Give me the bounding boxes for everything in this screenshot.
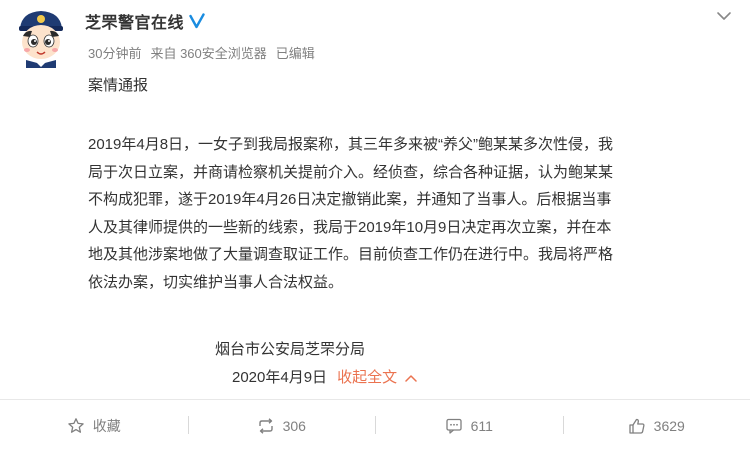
more-options-chevron-down-icon[interactable] (716, 9, 732, 21)
post-signature: 烟台市公安局芝罘分局 (215, 341, 366, 358)
comment-count: 611 (470, 417, 493, 434)
weibo-post-card: 芝罘警官在线 30分钟前 来自 360安全浏览器 已编辑 案情通报 2019年4… (0, 0, 750, 451)
favorite-label: 收藏 (92, 417, 121, 434)
repost-button[interactable]: 306 (187, 400, 376, 451)
star-icon (68, 417, 84, 433)
post-source[interactable]: 来自 360安全浏览器 (150, 43, 266, 62)
post-body-line: 依法办案，切实维护当事人合法权益。 (88, 273, 344, 291)
verified-badge-icon (189, 13, 205, 29)
avatar[interactable] (12, 6, 70, 68)
post-body-line: 地及其他涉案地做了大量调查取证工作。目前侦查工作仍在进行中。我局将严格 (88, 246, 614, 263)
action-bar: 收藏 306 611 3629 (0, 400, 750, 451)
collapse-full-text-link[interactable]: 收起全文 (337, 367, 417, 389)
post-meta: 30分钟前 来自 360安全浏览器 已编辑 (88, 43, 315, 62)
post-body-line: 不构成犯罪，遂于2019年4月26日决定撤销此案，并通知了当事人。后根据当事 (88, 191, 612, 208)
comment-button[interactable]: 611 (375, 400, 563, 451)
repost-icon (258, 417, 273, 434)
comment-icon (445, 418, 462, 434)
post-content: 案情通报 2019年4月8日，一女子到我局报案称，其三年多来被“养父”鲍某某多次… (88, 72, 728, 291)
favorite-button[interactable]: 收藏 (0, 400, 188, 451)
post-date-row: 2020年4月9日 收起全文 (232, 367, 417, 389)
post-date: 2020年4月9日 (232, 369, 328, 386)
repost-count: 306 (282, 417, 306, 434)
post-body-line: 2019年4月8日，一女子到我局报案称，其三年多来被“养父”鲍某某多次性侵，我 (88, 136, 614, 153)
edited-label[interactable]: 已编辑 (276, 43, 315, 62)
like-count: 3629 (653, 417, 685, 434)
post-body-line: 人及其律师提供的一些新的线索，我局于2019年10月9日决定再次立案，并在本 (88, 218, 612, 236)
post-time[interactable]: 30分钟前 (88, 43, 141, 62)
like-button[interactable]: 3629 (562, 400, 750, 451)
thumbs-up-icon (629, 418, 645, 434)
author-name[interactable]: 芝罘警官在线 (85, 9, 184, 33)
collapse-label: 收起全文 (337, 369, 398, 386)
post-body-line: 局于次日立案，并商请检察机关提前介入。经侦查，综合各种证据，认为鲍某某 (88, 163, 614, 181)
post-title: 案情通报 (88, 77, 149, 94)
police-cartoon-avatar-icon (19, 11, 63, 68)
author-row: 芝罘警官在线 (85, 9, 205, 33)
chevron-up-icon (405, 375, 417, 382)
post-body: 2019年4月8日，一女子到我局报案称，其三年多来被“养父”鲍某某多次性侵，我 … (88, 131, 728, 296)
